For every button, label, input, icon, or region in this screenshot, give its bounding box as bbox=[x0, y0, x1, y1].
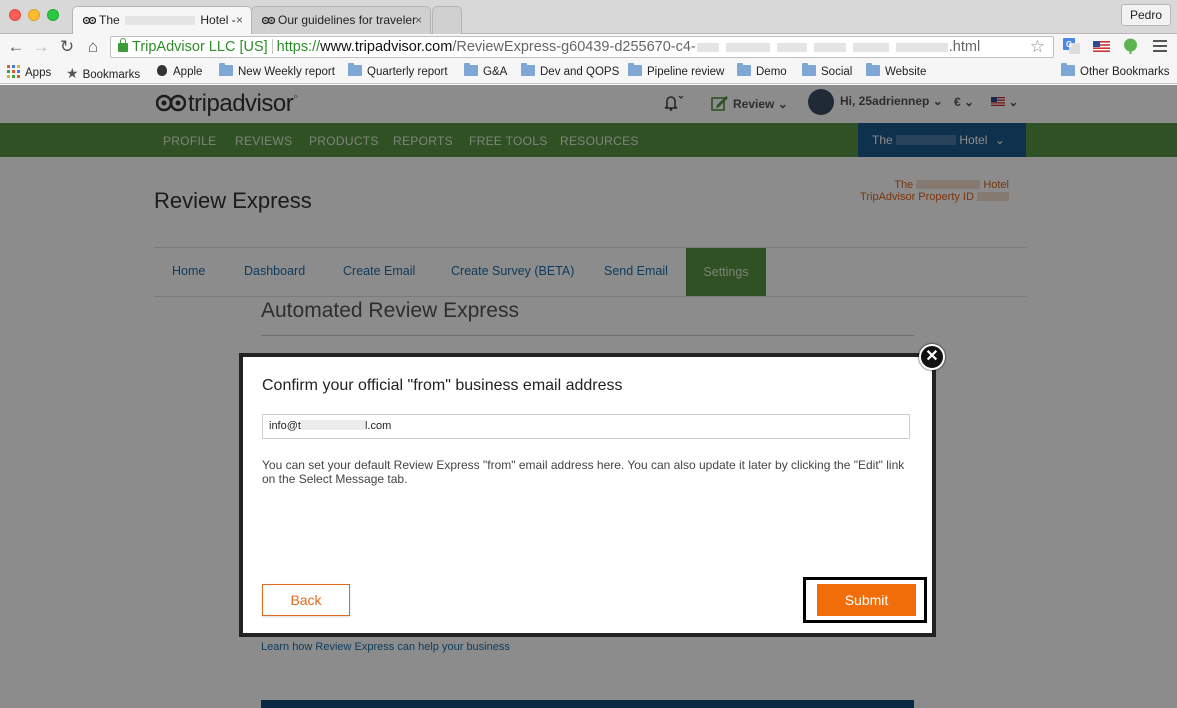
bookmark-label: Dev and QOPS bbox=[540, 66, 620, 78]
url-path-end: .html bbox=[948, 39, 981, 55]
dialog-title: Confirm your official "from" business em… bbox=[262, 377, 623, 394]
tab-title-suffix: Hotel - bbox=[200, 13, 236, 27]
redacted-text bbox=[895, 42, 948, 52]
site-identity: TripAdvisor LLC [US] bbox=[132, 39, 268, 55]
lock-icon bbox=[118, 38, 128, 52]
submit-button[interactable]: Submit bbox=[817, 584, 916, 616]
svg-text:G: G bbox=[1066, 40, 1072, 49]
bookmark-folder[interactable]: Social bbox=[802, 63, 853, 78]
browser-tab-active[interactable]: The Hotel - × bbox=[72, 6, 252, 34]
browser-tab[interactable]: Our guidelines for traveler × bbox=[251, 6, 431, 34]
window-zoom-button[interactable] bbox=[47, 9, 59, 21]
from-email-field[interactable]: info@t l.com bbox=[262, 414, 910, 439]
menu-hamburger-icon[interactable] bbox=[1152, 38, 1169, 54]
bookmark-label: Pipeline review bbox=[647, 66, 725, 78]
apple-icon bbox=[157, 65, 167, 76]
bookmark-folder[interactable]: Dev and QOPS bbox=[521, 63, 620, 78]
bookmark-label: Demo bbox=[756, 66, 787, 78]
star-icon: ★ bbox=[66, 65, 79, 81]
folder-icon bbox=[737, 63, 751, 76]
submit-highlight-frame: Submit bbox=[803, 577, 927, 623]
redacted-text bbox=[125, 16, 196, 26]
tripadvisor-owl-icon bbox=[262, 16, 275, 25]
browser-profile-button[interactable]: Pedro bbox=[1120, 4, 1171, 26]
bookmark-star-icon[interactable]: ☆ bbox=[1030, 37, 1045, 57]
redacted-text bbox=[725, 42, 770, 52]
url-host: www.tripadvisor.com bbox=[320, 39, 453, 55]
window-minimize-button[interactable] bbox=[28, 9, 40, 21]
translate-extension-icon[interactable]: G bbox=[1063, 38, 1080, 54]
bookmark-label: Other Bookmarks bbox=[1080, 66, 1170, 78]
bookmark-folder[interactable]: Quarterly report bbox=[348, 63, 448, 78]
bookmarks-bar: Apps ★ Bookmarks Apple New Weekly report … bbox=[0, 60, 1177, 84]
bookmark-label: Apps bbox=[25, 67, 52, 79]
other-bookmarks[interactable]: Other Bookmarks bbox=[1061, 63, 1170, 78]
tab-close-icon[interactable]: × bbox=[236, 7, 243, 34]
window-close-button[interactable] bbox=[9, 9, 21, 21]
redacted-text bbox=[813, 42, 846, 52]
tab-title-prefix: The bbox=[99, 13, 120, 27]
redacted-text bbox=[696, 42, 719, 52]
url-scheme: https:// bbox=[276, 39, 321, 55]
bookmark-label: Quarterly report bbox=[367, 66, 448, 78]
browser-toolbar: ← → ↻ ⌂ TripAdvisor LLC [US] https://www.… bbox=[0, 34, 1177, 60]
redacted-text bbox=[852, 42, 889, 52]
bookmark-label: Bookmarks bbox=[82, 69, 141, 81]
email-prefix: info@t bbox=[269, 420, 301, 432]
folder-icon bbox=[219, 63, 233, 76]
apps-grid-icon bbox=[7, 65, 20, 78]
back-button[interactable]: Back bbox=[262, 584, 350, 616]
bookmark-apps[interactable]: Apps bbox=[7, 65, 51, 79]
browser-titlebar: The Hotel - × Our guidelines for travele… bbox=[0, 0, 1177, 34]
folder-icon bbox=[348, 63, 362, 76]
bookmark-folder[interactable]: Website bbox=[866, 63, 927, 78]
email-suffix: l.com bbox=[364, 420, 392, 432]
tripadvisor-owl-icon bbox=[83, 16, 96, 25]
back-arrow-icon[interactable]: ← bbox=[6, 36, 26, 58]
reload-icon[interactable]: ↻ bbox=[57, 36, 77, 58]
folder-icon bbox=[866, 63, 880, 76]
bookmark-folder[interactable]: G&A bbox=[464, 63, 508, 78]
bookmark-folder[interactable]: New Weekly report bbox=[219, 63, 335, 78]
bookmark-label: Apple bbox=[173, 66, 203, 78]
new-tab-button[interactable] bbox=[432, 6, 462, 34]
bookmark-label: G&A bbox=[483, 66, 508, 78]
address-bar[interactable]: TripAdvisor LLC [US] https://www.tripadvi… bbox=[110, 36, 1054, 58]
bookmark-label: Website bbox=[885, 66, 927, 78]
folder-icon bbox=[464, 63, 478, 76]
close-icon[interactable]: ✕ bbox=[919, 344, 945, 370]
folder-icon bbox=[802, 63, 816, 76]
bookmark-bookmarks[interactable]: ★ Bookmarks bbox=[66, 65, 140, 82]
folder-icon bbox=[628, 63, 642, 76]
bookmark-label: Social bbox=[821, 66, 853, 78]
bookmark-label: New Weekly report bbox=[238, 66, 335, 78]
bookmark-folder[interactable]: Pipeline review bbox=[628, 63, 725, 78]
home-icon[interactable]: ⌂ bbox=[83, 36, 103, 58]
us-flag-icon[interactable] bbox=[1093, 38, 1110, 54]
tab-close-icon[interactable]: × bbox=[415, 7, 422, 34]
folder-icon bbox=[521, 63, 535, 76]
forward-arrow-icon[interactable]: → bbox=[31, 36, 51, 58]
redacted-text bbox=[300, 420, 365, 430]
bookmark-apple[interactable]: Apple bbox=[157, 65, 202, 78]
bookmark-folder[interactable]: Demo bbox=[737, 63, 787, 78]
evernote-extension-icon[interactable] bbox=[1122, 38, 1139, 54]
folder-icon bbox=[1061, 63, 1075, 76]
dialog-description: You can set your default Review Express … bbox=[262, 458, 905, 486]
tab-title: Our guidelines for traveler bbox=[278, 13, 417, 27]
redacted-text bbox=[776, 42, 807, 52]
confirm-email-dialog: Confirm your official "from" business em… bbox=[239, 353, 936, 637]
url-path: /ReviewExpress-g60439-d255670-c4- bbox=[452, 39, 696, 55]
